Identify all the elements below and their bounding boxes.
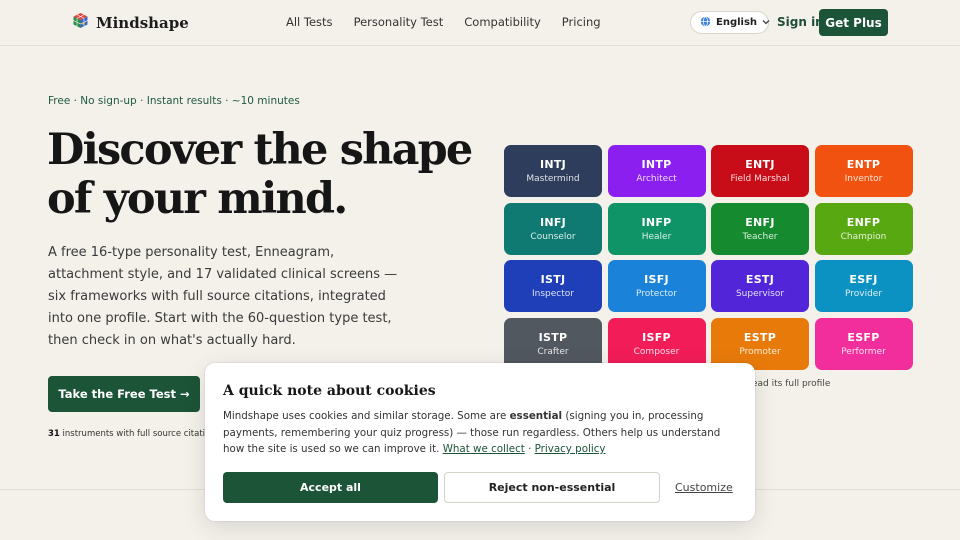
- instruments-text: instruments with full source citations: [59, 429, 208, 439]
- type-tile-isfj[interactable]: ISFJ Protector: [607, 260, 706, 312]
- get-plus-button[interactable]: Get Plus: [819, 9, 888, 36]
- type-tile-infj[interactable]: INFJ Counselor: [504, 202, 602, 255]
- type-code: INFP: [641, 215, 672, 229]
- type-nickname: Protector: [635, 289, 678, 299]
- type-code: ENTP: [846, 158, 881, 171]
- cube-logo-icon: [72, 12, 89, 33]
- type-nickname: Composer: [633, 346, 680, 357]
- type-code: INTJ: [539, 158, 567, 171]
- type-code: ESTP: [743, 330, 777, 344]
- type-tile-enfp[interactable]: ENFP Champion: [814, 202, 913, 255]
- link-separator: ·: [524, 443, 535, 455]
- type-code: ESFP: [847, 330, 880, 344]
- personality-type-grid: INTJ Mastermind INTP Architect ENTJ Field Mar…: [504, 145, 913, 370]
- take-free-test-button[interactable]: Take the Free Test →: [48, 376, 200, 412]
- type-tile-isfp[interactable]: ISFP Composer: [607, 317, 706, 370]
- type-tile-infp[interactable]: INFP Healer: [607, 202, 706, 255]
- nav-compatibility[interactable]: Compatibility: [464, 15, 541, 29]
- nav-personality-test[interactable]: Personality Test: [354, 15, 444, 29]
- hero-tagline: Free · No sign-up · Instant results · ~1…: [48, 95, 300, 107]
- hero-description: A free 16-type personality test, Enneagr…: [48, 245, 398, 348]
- type-nickname: Healer: [641, 231, 672, 242]
- what-we-collect-link[interactable]: What we collect: [443, 443, 525, 455]
- brand-logo[interactable]: Mindshape: [72, 12, 189, 33]
- type-tile-esfj[interactable]: ESFJ Provider: [814, 260, 913, 312]
- type-nickname: Promoter: [739, 346, 781, 357]
- instruments-count: 31: [48, 429, 60, 439]
- type-tile-enfj[interactable]: ENFJ Teacher: [711, 202, 809, 255]
- type-nickname: Field Marshal: [730, 174, 790, 184]
- type-tile-istj[interactable]: ISTJ Inspector: [504, 260, 602, 312]
- type-tile-entp[interactable]: ENTP Inventor: [814, 145, 913, 197]
- type-tile-intp[interactable]: INTP Architect: [607, 145, 706, 197]
- type-tile-estp[interactable]: ESTP Promoter: [711, 317, 809, 370]
- type-code: ENFP: [846, 215, 881, 229]
- type-tile-entj[interactable]: ENTJ Field Marshal: [711, 145, 809, 197]
- nav-pricing[interactable]: Pricing: [562, 15, 601, 29]
- instruments-note: 31 instruments with full source citation…: [48, 429, 208, 439]
- accept-all-button[interactable]: Accept all: [223, 472, 438, 503]
- type-code: ISTJ: [540, 273, 566, 286]
- language-label: English: [716, 17, 758, 28]
- cookie-banner: A quick note about cookies Mindshape use…: [205, 363, 755, 521]
- type-nickname: Architect: [636, 174, 677, 184]
- type-tile-intj[interactable]: INTJ Mastermind: [504, 145, 602, 197]
- type-nickname: Crafter: [537, 346, 569, 357]
- type-nickname: Counselor: [530, 231, 576, 242]
- globe-icon: [700, 15, 711, 30]
- cookie-body-text: Mindshape uses cookies and similar stora…: [223, 410, 510, 422]
- type-nickname: Supervisor: [735, 289, 785, 299]
- type-nickname: Teacher: [742, 231, 778, 242]
- main-nav: All Tests Personality Test Compatibility…: [286, 15, 622, 29]
- customize-link[interactable]: Customize: [675, 481, 733, 494]
- cookie-title: A quick note about cookies: [223, 383, 436, 399]
- type-tile-istp[interactable]: ISTP Crafter: [504, 317, 602, 370]
- reject-non-essential-button[interactable]: Reject non-essential: [444, 472, 660, 503]
- language-selector[interactable]: English: [690, 11, 770, 34]
- type-code: ISFJ: [644, 273, 669, 286]
- type-code: ENFJ: [745, 215, 775, 229]
- sign-in-link[interactable]: Sign in: [777, 15, 824, 29]
- type-tile-estj[interactable]: ESTJ Supervisor: [711, 260, 809, 312]
- type-nickname: Inventor: [844, 174, 883, 184]
- site-header: Mindshape All Tests Personality Test Com…: [0, 0, 960, 46]
- grid-hint: ead its full profile: [752, 379, 831, 389]
- type-nickname: Champion: [840, 231, 887, 242]
- type-nickname: Inspector: [532, 289, 574, 299]
- type-nickname: Provider: [844, 289, 883, 299]
- type-code: ENTJ: [745, 158, 775, 171]
- type-code: ESFJ: [849, 273, 878, 286]
- type-tile-esfp[interactable]: ESFP Performer: [814, 317, 913, 370]
- nav-all-tests[interactable]: All Tests: [286, 15, 333, 29]
- type-nickname: Mastermind: [526, 174, 580, 184]
- cookie-essential-label: essential: [509, 410, 563, 422]
- type-code: ISTP: [538, 330, 568, 344]
- chevron-down-icon: [762, 17, 770, 28]
- privacy-policy-link[interactable]: Privacy policy: [535, 443, 606, 455]
- type-nickname: Performer: [841, 346, 886, 357]
- cookie-body: Mindshape uses cookies and similar stora…: [223, 408, 743, 458]
- brand-name: Mindshape: [96, 13, 189, 32]
- type-code: INFJ: [539, 215, 567, 229]
- type-code: ESTJ: [745, 273, 775, 286]
- type-code: INTP: [641, 158, 672, 171]
- type-code: ISFP: [642, 330, 671, 344]
- hero-headline: Discover the shape of your mind.: [47, 125, 473, 224]
